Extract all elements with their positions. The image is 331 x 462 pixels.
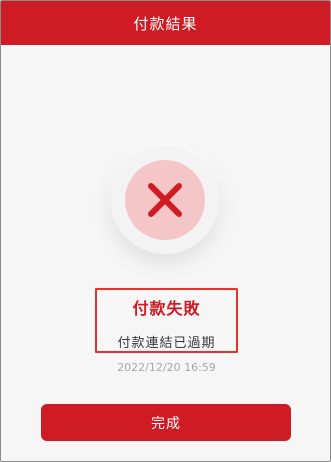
payment-result-screen: 付款結果 付款失敗 付款連結已過期 2022/12/20 16:59 完成: [0, 0, 331, 462]
result-title: 付款失敗: [132, 299, 201, 318]
page-title: 付款結果: [133, 14, 198, 33]
close-icon: [148, 183, 182, 217]
done-button[interactable]: 完成: [41, 404, 291, 441]
result-timestamp: 2022/12/20 16:59: [117, 361, 216, 374]
result-message: 付款連結已過期: [117, 336, 216, 351]
header-bar: 付款結果: [1, 1, 330, 45]
status-icon-background: [125, 160, 205, 240]
status-indicator: [111, 146, 219, 254]
